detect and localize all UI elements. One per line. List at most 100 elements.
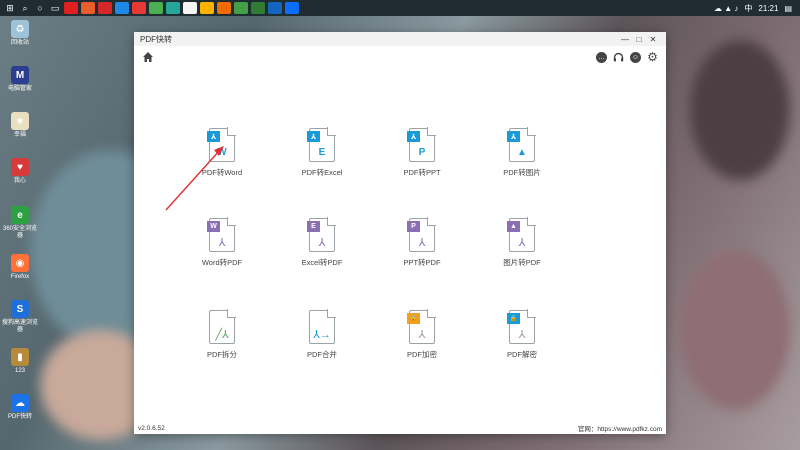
tool-label: PDF合并	[307, 350, 337, 359]
taskbar-app-11[interactable]	[251, 2, 265, 14]
desktop-icon[interactable]: ▮ 123	[2, 348, 38, 375]
desktop-icon[interactable]: ♥ 我心	[2, 158, 38, 185]
windows-start-icon[interactable]: ⊞	[4, 2, 16, 14]
pdf-file-icon: ⅄ ▲	[507, 127, 536, 162]
notification-icon[interactable]: ▤	[784, 4, 792, 13]
tool-tile-1[interactable]: ⅄ E PDF转Excel	[282, 127, 362, 178]
desktop-icon-label: 123	[14, 368, 25, 374]
gear-icon[interactable]: ⚙	[647, 50, 658, 64]
tool-tile-2[interactable]: ⅄ P PDF转PPT	[382, 127, 462, 178]
taskbar-app-3[interactable]	[115, 2, 129, 14]
desktop-icon-label: PDF快转	[7, 414, 32, 420]
tool-label: PDF转PPT	[403, 168, 441, 177]
pdf-file-icon: W ⅄	[207, 217, 236, 252]
window-title: PDF快转	[140, 34, 172, 44]
taskbar-app-13[interactable]	[285, 2, 299, 14]
search-icon[interactable]: ⌕	[19, 2, 31, 14]
tool-tile-0[interactable]: ⅄ W PDF转Word	[182, 127, 262, 178]
headset-icon[interactable]	[613, 52, 624, 63]
desktop-app-icon: S	[11, 300, 29, 318]
pdf-file-icon: ⅄ W	[207, 127, 236, 162]
tool-tile-3[interactable]: ⅄ ▲ PDF转图片	[482, 127, 562, 178]
desktop-app-icon: ★	[11, 112, 29, 130]
pdf-file-icon: ▲ ⅄	[507, 217, 536, 252]
desktop-icon-label: 电脑管家	[7, 86, 32, 92]
taskbar-app-8[interactable]	[200, 2, 214, 14]
taskbar-app-5[interactable]	[149, 2, 163, 14]
pdf-file-icon: P ⅄	[407, 217, 436, 252]
desktop-icon-label: 我心	[13, 178, 26, 184]
tool-tile-4[interactable]: W ⅄ Word转PDF	[182, 217, 262, 268]
version-text: v2.0.6.52	[138, 424, 165, 432]
task-view-icon[interactable]: ▭	[49, 2, 61, 14]
tool-tile-8[interactable]: ╱⅄ PDF拆分	[182, 309, 262, 360]
desktop-icon-label: Firefox	[10, 274, 30, 280]
tool-tile-5[interactable]: E ⅄ Excel转PDF	[282, 217, 362, 268]
taskbar-app-9[interactable]	[217, 2, 231, 14]
taskbar-app-2[interactable]	[98, 2, 112, 14]
maximize-button[interactable]: □	[632, 35, 646, 44]
desktop-icon[interactable]: ★ 幸福	[2, 112, 38, 139]
desktop-icon-label: 幸福	[13, 132, 26, 138]
user-icon[interactable]: ☺	[630, 51, 641, 63]
tool-label: PDF转Word	[201, 168, 243, 177]
desktop-icon[interactable]: ◉ Firefox	[2, 254, 38, 281]
desktop-icon-label: 360安全浏览器	[2, 226, 37, 239]
taskbar-app-4[interactable]	[132, 2, 146, 14]
chat-icon[interactable]: …	[596, 51, 607, 63]
pdf-file-icon: ⅄ E	[307, 127, 336, 162]
website-link[interactable]: 官网：https://www.pdfkz.com	[578, 423, 662, 433]
desktop-app-icon: M	[11, 66, 29, 84]
desktop-icon[interactable]: e 360安全浏览器	[2, 206, 38, 240]
taskbar-app-6[interactable]	[166, 2, 180, 14]
tool-tile-10[interactable]: 🔒 ⅄ PDF加密	[382, 309, 462, 360]
desktop-icon[interactable]: ♻ 回收站	[2, 20, 38, 47]
toolbar: … ☺ ⚙	[134, 46, 666, 68]
tool-tile-6[interactable]: P ⅄ PPT转PDF	[382, 217, 462, 268]
taskbar-app-0[interactable]	[64, 2, 78, 14]
pdf-file-icon: ╱⅄	[209, 309, 236, 344]
tool-tile-9[interactable]: ⅄→ PDF合并	[282, 309, 362, 360]
desktop-icon-label: 搜狗高速浏览器	[2, 320, 39, 333]
tool-label: Excel转PDF	[301, 258, 343, 267]
desktop-app-icon: ☁	[11, 394, 29, 412]
taskbar-app-1[interactable]	[81, 2, 95, 14]
minimize-button[interactable]: —	[618, 35, 632, 44]
tool-label: PDF转图片	[503, 168, 541, 177]
desktop-app-icon: ♻	[11, 20, 29, 38]
tool-label: PDF转Excel	[301, 168, 343, 177]
close-button[interactable]: ✕	[646, 35, 660, 44]
taskbar: ⊞ ⌕ ○ ▭ ☁ ▲ ♪ 中 21:21 ▤	[0, 0, 800, 16]
taskbar-app-10[interactable]	[234, 2, 248, 14]
home-icon[interactable]	[142, 51, 154, 63]
app-window: PDF快转 — □ ✕ … ☺ ⚙ ⅄ W PDF转Word ⅄ E PDF转Excel ⅄…	[134, 32, 666, 434]
desktop-icon[interactable]: M 电脑管家	[2, 66, 38, 93]
desktop-app-icon: ♥	[11, 158, 29, 176]
pdf-file-icon: 🔒 ⅄	[407, 309, 436, 344]
tool-label: PDF拆分	[207, 350, 237, 359]
desktop-app-icon: ◉	[11, 254, 29, 272]
cortana-icon[interactable]: ○	[34, 2, 46, 14]
desktop-icon-label: 回收站	[10, 40, 29, 46]
title-bar[interactable]: PDF快转 — □ ✕	[134, 32, 666, 46]
tool-label: Word转PDF	[201, 258, 243, 267]
tool-tile-7[interactable]: ▲ ⅄ 图片转PDF	[482, 217, 562, 268]
tool-label: PPT转PDF	[403, 258, 441, 267]
desktop-icon[interactable]: S 搜狗高速浏览器	[2, 300, 38, 334]
tray-icons[interactable]: ☁ ▲ ♪	[714, 4, 738, 13]
clock[interactable]: 21:21	[758, 4, 778, 13]
ime-indicator[interactable]: 中	[744, 3, 752, 14]
pdf-file-icon: 🔒 ⅄	[507, 309, 536, 344]
desktop-app-icon: ▮	[11, 348, 29, 366]
taskbar-app-7[interactable]	[183, 2, 197, 14]
desktop-app-icon: e	[11, 206, 29, 224]
tool-label: PDF解密	[507, 350, 537, 359]
tool-tile-11[interactable]: 🔒 ⅄ PDF解密	[482, 309, 562, 360]
footer: v2.0.6.52 官网：https://www.pdfkz.com	[134, 422, 666, 434]
pdf-file-icon: ⅄ P	[407, 127, 436, 162]
tool-label: 图片转PDF	[503, 258, 541, 267]
tool-label: PDF加密	[407, 350, 437, 359]
taskbar-app-12[interactable]	[268, 2, 282, 14]
pdf-file-icon: E ⅄	[307, 217, 336, 252]
desktop-icon[interactable]: ☁ PDF快转	[2, 394, 38, 421]
